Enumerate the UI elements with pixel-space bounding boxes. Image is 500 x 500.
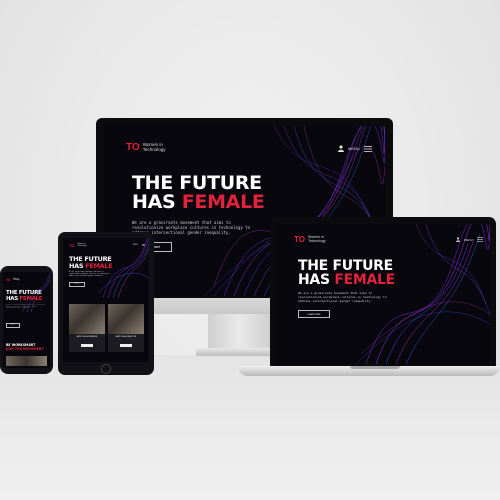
site-logo[interactable]: TO Women in Technology [6,278,20,282]
hero-title: THE FUTURE HAS FEMALE [69,256,113,270]
menu-label: MENU [464,237,473,242]
logo-line2: Technology [77,244,87,247]
logo-line2: Technology [142,146,166,152]
user-icon[interactable] [338,145,344,152]
hero-line2-plain: HAS [6,295,20,302]
phone-cta: BE WORKSMART JOIN THE MOVEMENT [6,343,44,352]
member-card-title: APPLY AS A MEMBER [76,336,98,338]
learn-more-button[interactable]: Learn more [6,323,20,328]
logo-line2: Technology [13,280,20,281]
learn-more-button[interactable]: Learn more [298,310,330,318]
monitor-stand [208,314,270,350]
logo-mark: TO [294,235,305,244]
phone-cta-line2: JOIN THE MOVEMENT [6,346,44,351]
mentor-card-image [108,304,144,334]
hero-accent: FEMALE [19,295,43,302]
mentor-card[interactable]: APPLY AS A MENTOR [108,304,144,352]
member-card[interactable]: APPLY AS A MEMBER [69,304,105,352]
hero-line2-plain: HAS [69,261,86,270]
site-logo[interactable]: TO Women in Technology [126,142,166,153]
hamburger-icon[interactable] [141,244,145,246]
hero-description: We are a grassroots movement that aims t… [6,305,46,309]
hero-title: THE FUTURE HAS FEMALE [298,259,395,288]
member-card-button[interactable] [81,344,93,347]
hero-accent: FEMALE [334,272,395,289]
phone-photo [6,356,47,366]
menu-label: MENU [133,244,138,246]
hero-line2-plain: HAS [298,272,335,289]
user-icon[interactable] [456,237,460,242]
floor [0,355,500,500]
menu-button[interactable]: MENU [338,145,372,152]
logo-mark: TO [6,278,11,282]
site-logo[interactable]: TO Women in Technology [294,235,326,244]
phone-screen: TO Women in Technology THE FUTURE HAS FE… [3,272,50,368]
laptop-screen: TO Women in Technology MENU THE FUTURE H… [276,224,490,364]
member-card-image [69,304,105,334]
hamburger-icon[interactable] [363,145,372,152]
mentor-card-button[interactable] [120,344,132,347]
hero-line2-plain: HAS [132,191,182,214]
logo-line2: Technology [307,238,326,243]
hero-description: We are a grassroots movement that aims t… [69,272,111,277]
hero-accent: FEMALE [181,191,265,214]
hero-title: THE FUTURE HAS FEMALE [132,173,265,214]
menu-label: MENU [348,146,360,151]
hero-title: THE FUTURE HAS FEMALE [6,290,43,302]
hero-line1: THE FUTURE [298,258,393,274]
laptop-notch [350,366,400,369]
wave-graphic [22,272,50,313]
logo-mark: TO [126,142,140,153]
learn-more-button[interactable]: Learn more [69,282,85,287]
hamburger-icon[interactable] [476,237,483,242]
menu-button[interactable]: MENU [456,237,483,242]
tablet-home-button [101,364,111,374]
hero-accent: FEMALE [85,261,113,270]
menu-button[interactable]: MENU [133,244,145,246]
hero-description: We are a grassroots movement that aims t… [298,291,387,303]
site-logo[interactable]: TO Women in Technology [69,243,87,248]
mentor-card-title: APPLY AS A MENTOR [115,336,137,338]
tablet-screen: TO Women in Technology MENU THE FUTURE H… [63,238,149,362]
logo-mark: TO [69,243,75,248]
